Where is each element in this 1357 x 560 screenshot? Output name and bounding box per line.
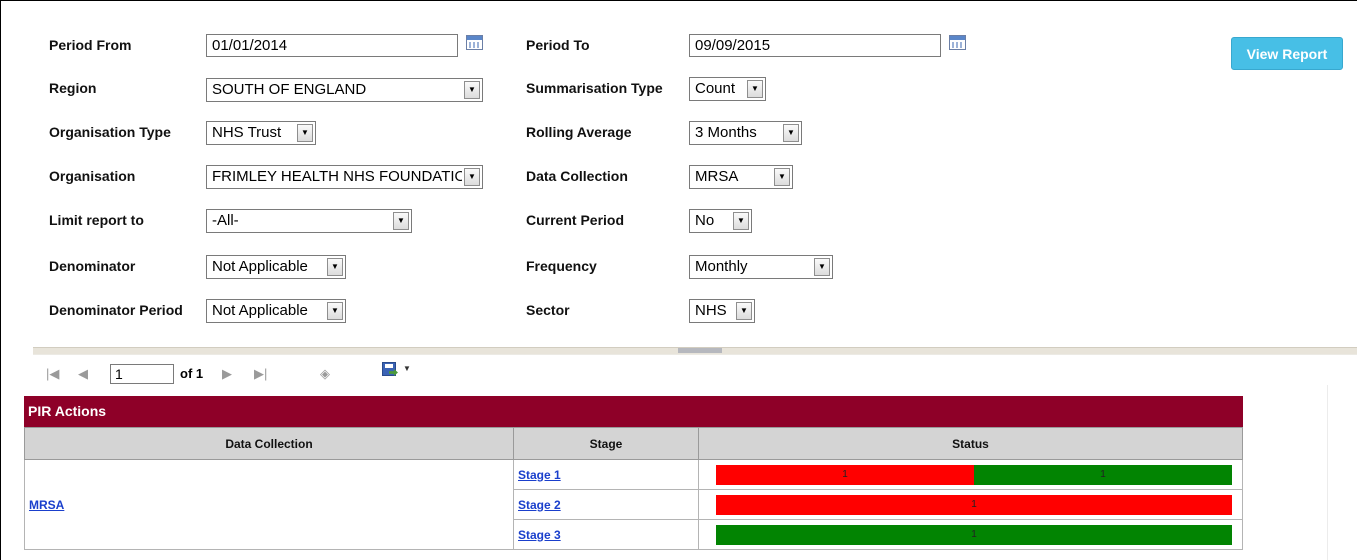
period-to-input[interactable]: 09/09/2015 <box>689 34 941 57</box>
data-collection-select[interactable]: MRSA ▼ <box>689 165 793 189</box>
chevron-down-icon[interactable]: ▼ <box>327 302 343 320</box>
chevron-down-icon[interactable]: ▼ <box>736 302 752 320</box>
calendar-icon[interactable] <box>949 35 966 50</box>
last-page-icon[interactable]: ▶| <box>254 366 267 382</box>
status-cell: 1 1 <box>698 459 1243 490</box>
status-segment-green: 1 <box>716 524 1232 545</box>
stage-cell: Stage 2 <box>513 489 699 520</box>
region-label: Region <box>49 80 97 96</box>
organisation-select[interactable]: FRIMLEY HEALTH NHS FOUNDATION TRUST▼ <box>206 165 483 189</box>
column-header-stage: Stage <box>513 427 699 460</box>
current-period-label: Current Period <box>526 212 625 228</box>
chevron-down-icon[interactable]: ▼ <box>393 212 409 230</box>
frequency-select[interactable]: Monthly ▼ <box>689 255 833 279</box>
status-cell: 1 <box>698 489 1243 520</box>
status-segment-red: 1 <box>716 494 1232 515</box>
mrsa-link[interactable]: MRSA <box>29 498 64 512</box>
data-collection-cell: MRSA <box>24 459 514 550</box>
chevron-down-icon[interactable]: ▼ <box>814 258 830 276</box>
period-to-label: Period To <box>526 37 590 53</box>
export-dropdown-icon[interactable]: ▼ <box>403 364 411 373</box>
organisation-type-select[interactable]: NHS Trust ▼ <box>206 121 316 145</box>
back-icon[interactable]: ◈ <box>320 366 330 382</box>
chevron-down-icon[interactable]: ▼ <box>774 168 790 186</box>
chevron-down-icon[interactable]: ▼ <box>464 81 480 99</box>
summarisation-type-value: Count <box>695 80 736 97</box>
sector-value: NHS <box>695 302 727 319</box>
calendar-icon[interactable] <box>466 35 483 50</box>
chevron-down-icon[interactable]: ▼ <box>783 124 799 142</box>
status-bar: 1 <box>716 494 1232 515</box>
chevron-down-icon[interactable]: ▼ <box>747 80 763 98</box>
sector-select[interactable]: NHS ▼ <box>689 299 755 323</box>
stage-cell: Stage 3 <box>513 519 699 550</box>
denominator-value: Not Applicable <box>212 258 308 275</box>
denominator-period-label: Denominator Period <box>49 302 183 318</box>
splitter-handle[interactable] <box>678 348 722 353</box>
stage-2-link[interactable]: Stage 2 <box>518 498 561 512</box>
organisation-type-label: Organisation Type <box>49 124 171 140</box>
frame-border-top <box>0 0 1357 1</box>
first-page-icon[interactable]: |◀ <box>46 366 59 382</box>
report-area-edge <box>1327 385 1328 560</box>
data-collection-value: MRSA <box>695 168 739 185</box>
frequency-value: Monthly <box>695 258 748 275</box>
frame-border-left <box>0 0 1 560</box>
organisation-type-value: NHS Trust <box>212 124 282 141</box>
status-segment-red: 1 <box>716 464 974 485</box>
organisation-value: FRIMLEY HEALTH NHS FOUNDATION TRUST <box>212 168 462 185</box>
summarisation-type-label: Summarisation Type <box>526 80 663 96</box>
status-bar: 1 1 <box>716 464 1232 485</box>
limit-report-to-select[interactable]: -All- ▼ <box>206 209 412 233</box>
period-from-label: Period From <box>49 37 132 53</box>
chevron-down-icon[interactable]: ▼ <box>464 168 480 186</box>
status-segment-green: 1 <box>974 464 1232 485</box>
table-row: MRSA Stage 1 1 1 <box>24 459 1243 550</box>
pir-actions-table: Data Collection Stage Status MRSA Stage … <box>24 427 1243 550</box>
column-header-status: Status <box>698 427 1243 460</box>
denominator-select[interactable]: Not Applicable ▼ <box>206 255 346 279</box>
column-header-data-collection: Data Collection <box>24 427 514 460</box>
current-period-value: No <box>695 212 715 229</box>
rolling-average-label: Rolling Average <box>526 124 632 140</box>
organisation-label: Organisation <box>49 168 136 184</box>
frequency-label: Frequency <box>526 258 597 274</box>
summarisation-type-select[interactable]: Count ▼ <box>689 77 766 101</box>
view-report-button[interactable]: View Report <box>1231 37 1343 70</box>
rolling-average-select[interactable]: 3 Months ▼ <box>689 121 802 145</box>
status-bar: 1 <box>716 524 1232 545</box>
next-page-icon[interactable]: ▶ <box>222 366 232 382</box>
toolbar-divider <box>33 354 1357 355</box>
pir-actions-report: PIR Actions Data Collection Stage Status… <box>24 396 1243 550</box>
chevron-down-icon[interactable]: ▼ <box>297 124 313 142</box>
denominator-period-select[interactable]: Not Applicable ▼ <box>206 299 346 323</box>
stage-1-link[interactable]: Stage 1 <box>518 468 561 482</box>
region-value: SOUTH OF ENGLAND <box>212 81 367 98</box>
save-export-icon[interactable] <box>382 362 396 376</box>
stage-cell: Stage 1 <box>513 459 699 490</box>
data-collection-label: Data Collection <box>526 168 628 184</box>
rolling-average-value: 3 Months <box>695 124 757 141</box>
page-number-input[interactable]: 1 <box>110 364 174 384</box>
report-title: PIR Actions <box>24 396 1243 427</box>
region-select[interactable]: SOUTH OF ENGLAND ▼ <box>206 78 483 102</box>
limit-report-to-label: Limit report to <box>49 212 144 228</box>
period-from-input[interactable]: 01/01/2014 <box>206 34 458 57</box>
chevron-down-icon[interactable]: ▼ <box>733 212 749 230</box>
chevron-down-icon[interactable]: ▼ <box>327 258 343 276</box>
sector-label: Sector <box>526 302 570 318</box>
denominator-period-value: Not Applicable <box>212 302 308 319</box>
denominator-label: Denominator <box>49 258 136 274</box>
current-period-select[interactable]: No ▼ <box>689 209 752 233</box>
page-count: of 1 <box>180 366 204 381</box>
previous-page-icon[interactable]: ◀ <box>78 366 88 382</box>
limit-report-to-value: -All- <box>212 212 239 229</box>
stage-3-link[interactable]: Stage 3 <box>518 528 561 542</box>
status-cell: 1 <box>698 519 1243 550</box>
